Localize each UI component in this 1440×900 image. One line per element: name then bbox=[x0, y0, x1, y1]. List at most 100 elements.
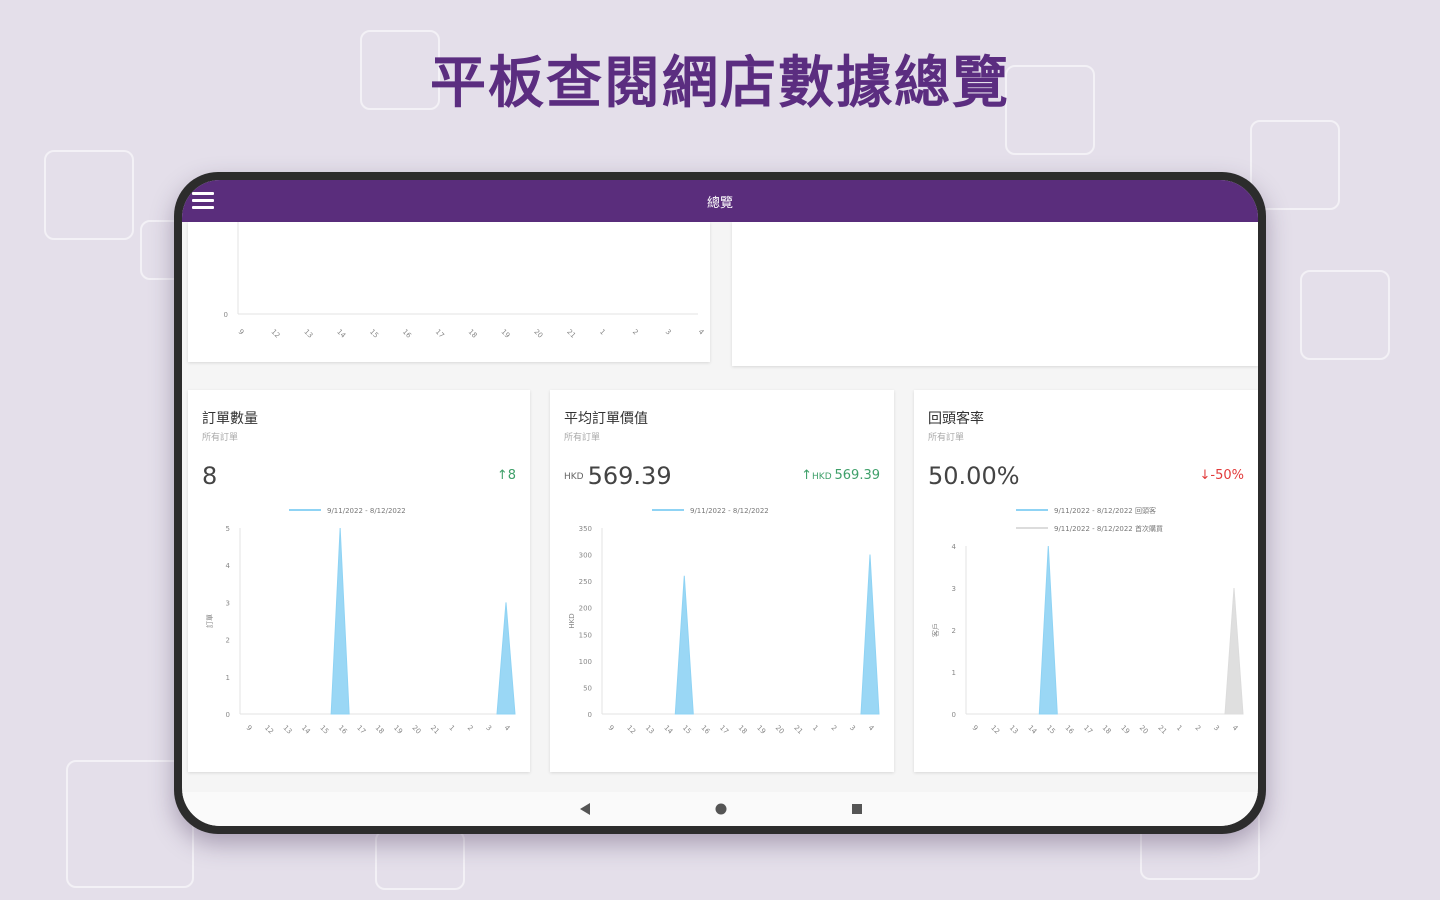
delta-value: 569.39 bbox=[834, 468, 881, 483]
x-tick-label: 14 bbox=[1026, 724, 1038, 736]
y-tick-label: 250 bbox=[579, 578, 592, 586]
x-tick-label: 18 bbox=[374, 724, 386, 736]
tablet-frame: 總覽 0 9 12 13 14 15 16 17 18 19 20 21 1 2 3 4 訂單數量 所有訂單 … bbox=[174, 172, 1266, 834]
x-tick-label: 9 bbox=[971, 724, 980, 733]
y-tick-label: 3 bbox=[226, 599, 230, 607]
x-tick-label: 21 bbox=[1156, 724, 1168, 736]
x-tick-label: 17 bbox=[718, 724, 730, 736]
x-tick-label: 13 bbox=[1008, 724, 1020, 736]
x-tick-label: 15 bbox=[368, 328, 380, 340]
currency-unit: HKD bbox=[564, 472, 584, 482]
x-tick-label: 12 bbox=[625, 724, 637, 736]
legend-label: 9/11/2022 - 8/12/2022 回頭客 bbox=[1054, 506, 1156, 515]
x-tick-label: 18 bbox=[1101, 724, 1113, 736]
empty-card bbox=[732, 222, 1258, 366]
metric-value-number: 8 bbox=[202, 462, 218, 490]
x-tick-label: 15 bbox=[681, 724, 693, 736]
x-tick-label: 21 bbox=[429, 724, 441, 736]
area-peak bbox=[860, 554, 880, 715]
y-tick-label: 0 bbox=[224, 311, 228, 319]
x-tick-label: 20 bbox=[1138, 724, 1150, 736]
x-tick-label: 2 bbox=[1193, 724, 1202, 733]
background-decoration bbox=[44, 150, 134, 240]
legend-label: 9/11/2022 - 8/12/2022 bbox=[327, 507, 406, 515]
x-tick-label: 21 bbox=[565, 328, 577, 340]
metric-value-number: 50.00% bbox=[928, 462, 1020, 490]
y-tick-label: 300 bbox=[579, 552, 592, 560]
x-tick-label: 12 bbox=[269, 328, 281, 340]
card-title: 平均訂單價值 bbox=[564, 411, 648, 427]
area-peak bbox=[1224, 587, 1244, 715]
y-tick-label: 50 bbox=[583, 684, 592, 692]
avg-order-value-card[interactable]: 平均訂單價值 所有訂單 HKD 569.39 ↑HKD 569.39 9/11/2… bbox=[550, 390, 894, 772]
card-subtitle: 所有訂單 bbox=[202, 433, 239, 443]
metric-value: 8 bbox=[202, 462, 217, 490]
x-tick-label: 18 bbox=[737, 724, 749, 736]
y-axis-title: 客戶 bbox=[931, 623, 940, 637]
y-tick-label: 350 bbox=[579, 525, 592, 533]
promo-headline: 平板查閱網店數據總覽 bbox=[430, 51, 1010, 116]
x-tick-label: 14 bbox=[300, 724, 312, 736]
avg-order-value-chart: 9/11/2022 - 8/12/2022 0 50 100 150 200 250 300 3… bbox=[568, 507, 880, 736]
metric-value: 50.00% bbox=[928, 462, 1020, 490]
system-nav-bar bbox=[182, 792, 1258, 826]
x-tick-label: 4 bbox=[503, 724, 512, 733]
metric-delta: ↑HKD 569.39 bbox=[801, 468, 880, 483]
x-tick-label: 3 bbox=[1212, 724, 1221, 733]
x-tick-label: 19 bbox=[1119, 724, 1131, 736]
arrow-up-icon: ↑ bbox=[801, 468, 813, 483]
area-peak bbox=[674, 575, 694, 715]
x-tick-label: 17 bbox=[355, 724, 367, 736]
x-tick-label: 17 bbox=[434, 328, 446, 340]
background-decoration bbox=[1300, 270, 1390, 360]
y-tick-label: 2 bbox=[952, 627, 956, 635]
y-tick-label: 0 bbox=[952, 711, 956, 719]
x-tick-label: 13 bbox=[281, 724, 293, 736]
returning-customer-card[interactable]: 回頭客率 所有訂單 50.00% ↓-50% 9/11/2022 - 8/12/… bbox=[914, 390, 1258, 772]
back-triangle-icon[interactable] bbox=[578, 802, 592, 816]
x-tick-label: 15 bbox=[1045, 724, 1057, 736]
x-tick-label: 19 bbox=[392, 724, 404, 736]
x-tick-label: 16 bbox=[401, 328, 413, 340]
x-tick-label: 16 bbox=[699, 724, 711, 736]
delta-value: -50% bbox=[1210, 468, 1244, 483]
x-tick-label: 2 bbox=[466, 724, 475, 733]
y-tick-label: 2 bbox=[226, 637, 230, 645]
x-tick-label: 14 bbox=[662, 724, 674, 736]
metric-value-number: 569.39 bbox=[587, 462, 672, 490]
home-circle-icon[interactable] bbox=[714, 802, 728, 816]
x-tick-label: 17 bbox=[1082, 724, 1094, 736]
x-tick-label: 19 bbox=[499, 328, 511, 340]
y-tick-label: 1 bbox=[226, 674, 230, 682]
delta-unit: HKD bbox=[812, 472, 835, 482]
x-tick-label: 4 bbox=[867, 724, 876, 733]
metric-value: HKD 569.39 bbox=[564, 462, 672, 490]
order-count-card[interactable]: 訂單數量 所有訂單 8 ↑8 9/11/2022 - 8/12/2022 0 1 2 3… bbox=[188, 390, 530, 772]
x-tick-label: 1 bbox=[811, 724, 820, 733]
y-tick-label: 4 bbox=[226, 562, 231, 570]
x-tick-label: 3 bbox=[848, 724, 857, 733]
page-title: 總覽 bbox=[706, 196, 733, 211]
y-tick-label: 4 bbox=[952, 543, 957, 551]
legend-label: 9/11/2022 - 8/12/2022 首次購買 bbox=[1054, 524, 1163, 533]
area-peak bbox=[496, 602, 516, 715]
y-axis-title: 訂單 bbox=[205, 614, 214, 628]
x-tick-label: 19 bbox=[755, 724, 767, 736]
delta-value: 8 bbox=[507, 468, 516, 483]
x-tick-label: 13 bbox=[302, 328, 314, 340]
card-subtitle: 所有訂單 bbox=[564, 433, 601, 443]
recents-square-icon[interactable] bbox=[850, 802, 864, 816]
x-tick-label: 13 bbox=[644, 724, 656, 736]
area-peak bbox=[330, 527, 350, 715]
x-tick-label: 9 bbox=[607, 724, 616, 733]
y-tick-label: 1 bbox=[952, 669, 956, 677]
arrow-down-icon: ↓ bbox=[1199, 468, 1211, 483]
x-tick-label: 9 bbox=[237, 328, 246, 337]
x-tick-label: 9 bbox=[245, 724, 254, 733]
sales-chart-card: 0 9 12 13 14 15 16 17 18 19 20 21 1 2 3 4 bbox=[188, 222, 710, 362]
x-tick-label: 20 bbox=[532, 328, 544, 340]
tablet-screen: 總覽 0 9 12 13 14 15 16 17 18 19 20 21 1 2 3 4 訂單數量 所有訂單 … bbox=[182, 180, 1258, 826]
x-tick-label: 18 bbox=[467, 328, 479, 340]
x-tick-label: 20 bbox=[410, 724, 422, 736]
x-tick-label: 12 bbox=[989, 724, 1001, 736]
